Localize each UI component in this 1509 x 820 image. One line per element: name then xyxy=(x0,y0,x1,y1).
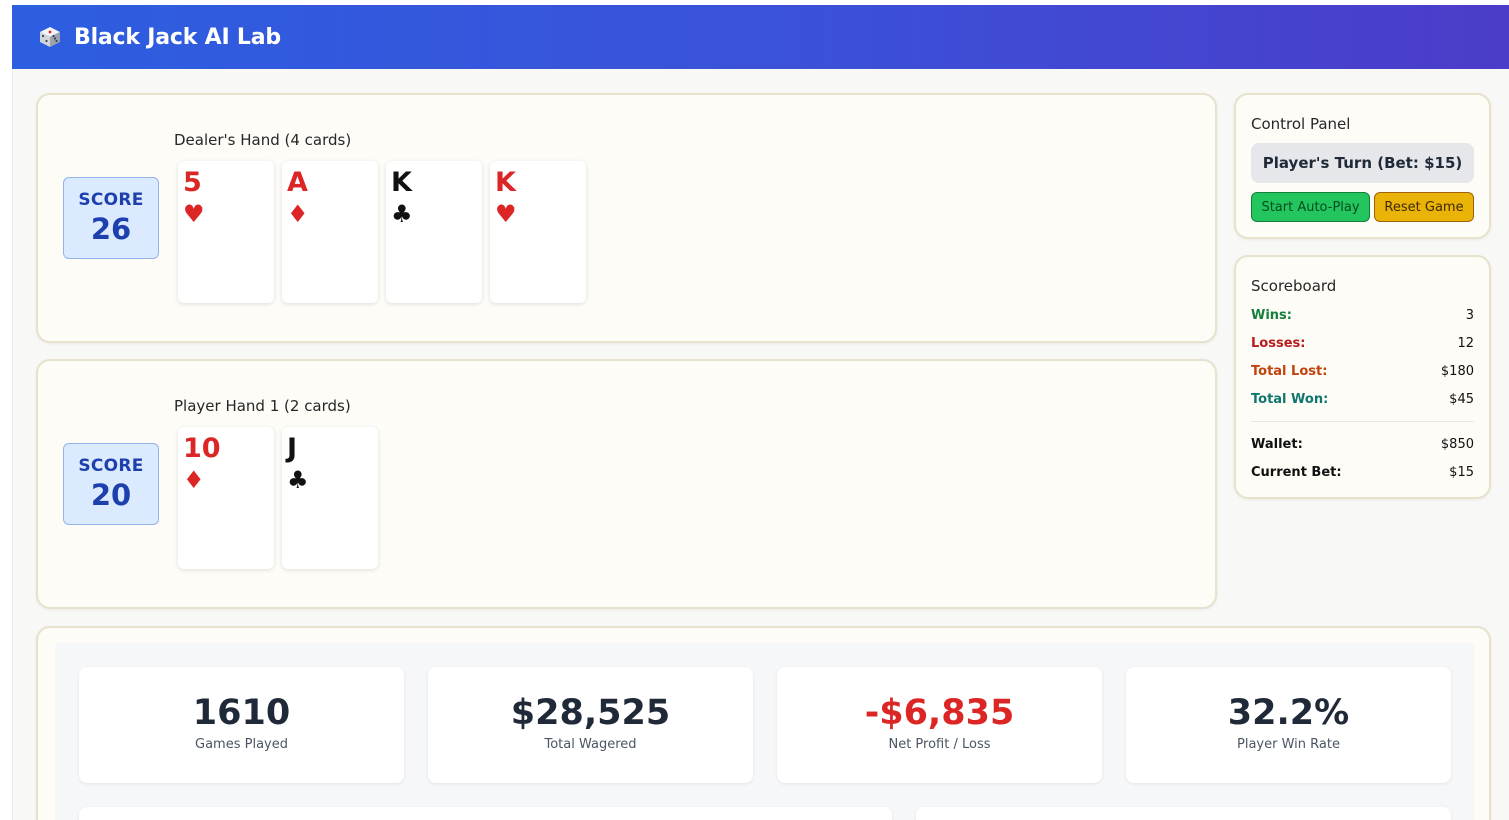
stat-card-net-profit: -$6,835 Net Profit / Loss xyxy=(777,667,1102,783)
club-suit-icon: ♣ xyxy=(287,466,309,494)
start-auto-play-button[interactable]: Start Auto-Play xyxy=(1251,192,1370,222)
diamond-suit-icon: ♦ xyxy=(183,466,205,494)
card-rank: 10 xyxy=(183,433,221,464)
losses-label: Losses: xyxy=(1251,336,1306,351)
stat-card-win-rate: 32.2% Player Win Rate xyxy=(1126,667,1451,783)
wallet-value: $850 xyxy=(1440,437,1474,452)
heart-suit-icon: ♥ xyxy=(495,200,517,228)
scoreboard-panel: Scoreboard Wins: 3 Losses: 12 Total Lost… xyxy=(1234,255,1491,499)
net-profit-label: Net Profit / Loss xyxy=(888,737,991,752)
chart-card xyxy=(916,807,1451,820)
dealer-score-value: 26 xyxy=(90,212,132,246)
player-score-box: SCORE 20 xyxy=(63,443,159,525)
player-score-label: SCORE xyxy=(78,456,144,476)
club-suit-icon: ♣ xyxy=(391,200,413,228)
chart-card xyxy=(79,807,892,820)
win-rate-label: Player Win Rate xyxy=(1237,737,1340,752)
die-icon xyxy=(38,25,62,49)
total-wagered-label: Total Wagered xyxy=(544,737,637,752)
current-bet-value: $15 xyxy=(1449,465,1474,480)
dealer-hand-panel: SCORE 26 Dealer's Hand (4 cards) 5 ♥ A ♦… xyxy=(36,93,1217,343)
control-panel: Control Panel Player's Turn (Bet: $15) S… xyxy=(1234,93,1491,239)
dealer-score-label: SCORE xyxy=(78,190,144,210)
stat-card-games-played: 1610 Games Played xyxy=(79,667,404,783)
scoreboard-row-wins: Wins: 3 xyxy=(1251,308,1474,323)
win-rate-value: 32.2% xyxy=(1227,693,1350,733)
turn-status: Player's Turn (Bet: $15) xyxy=(1251,143,1474,183)
total-lost-value: $180 xyxy=(1440,364,1474,379)
playing-card: A ♦ xyxy=(282,161,378,303)
card-rank: K xyxy=(391,167,412,198)
games-played-label: Games Played xyxy=(195,737,288,752)
reset-game-button[interactable]: Reset Game xyxy=(1374,192,1474,222)
playing-card: K ♥ xyxy=(490,161,586,303)
card-rank: K xyxy=(495,167,516,198)
wallet-label: Wallet: xyxy=(1251,437,1303,452)
player-score-value: 20 xyxy=(90,478,132,512)
total-lost-label: Total Lost: xyxy=(1251,364,1328,379)
scoreboard-row-total-lost: Total Lost: $180 xyxy=(1251,364,1474,379)
scoreboard-row-wallet: Wallet: $850 xyxy=(1251,437,1474,452)
dealer-hand-title: Dealer's Hand (4 cards) xyxy=(174,131,352,149)
scoreboard-row-losses: Losses: 12 xyxy=(1251,336,1474,351)
heart-suit-icon: ♥ xyxy=(183,200,205,228)
statistics-area: 1610 Games Played $28,525 Total Wagered … xyxy=(55,643,1474,820)
card-rank: A xyxy=(287,167,308,198)
net-profit-value: -$6,835 xyxy=(864,693,1015,733)
player-cards: 10 ♦ J ♣ xyxy=(178,427,378,569)
dealer-cards: 5 ♥ A ♦ K ♣ K ♥ xyxy=(178,161,586,303)
wins-value: 3 xyxy=(1465,308,1474,323)
playing-card: 5 ♥ xyxy=(178,161,274,303)
games-played-value: 1610 xyxy=(192,693,291,733)
control-panel-title: Control Panel xyxy=(1251,115,1351,133)
scoreboard-divider xyxy=(1251,421,1474,422)
app-title: Black Jack AI Lab xyxy=(74,24,281,50)
app-header: Black Jack AI Lab xyxy=(12,5,1509,69)
total-won-value: $45 xyxy=(1449,392,1474,407)
total-wagered-value: $28,525 xyxy=(510,693,671,733)
card-rank: J xyxy=(287,433,298,464)
playing-card: 10 ♦ xyxy=(178,427,274,569)
card-rank: 5 xyxy=(183,167,202,198)
scoreboard-title: Scoreboard xyxy=(1251,277,1337,295)
diamond-suit-icon: ♦ xyxy=(287,200,309,228)
current-bet-label: Current Bet: xyxy=(1251,465,1342,480)
wins-label: Wins: xyxy=(1251,308,1292,323)
player-hand-panel: SCORE 20 Player Hand 1 (2 cards) 10 ♦ J … xyxy=(36,359,1217,609)
scoreboard-row-current-bet: Current Bet: $15 xyxy=(1251,465,1474,480)
scoreboard-row-total-won: Total Won: $45 xyxy=(1251,392,1474,407)
losses-value: 12 xyxy=(1457,336,1474,351)
playing-card: J ♣ xyxy=(282,427,378,569)
dealer-score-box: SCORE 26 xyxy=(63,177,159,259)
stat-card-total-wagered: $28,525 Total Wagered xyxy=(428,667,753,783)
total-won-label: Total Won: xyxy=(1251,392,1329,407)
player-hand-title: Player Hand 1 (2 cards) xyxy=(174,397,351,415)
statistics-panel: 1610 Games Played $28,525 Total Wagered … xyxy=(36,626,1491,820)
playing-card: K ♣ xyxy=(386,161,482,303)
